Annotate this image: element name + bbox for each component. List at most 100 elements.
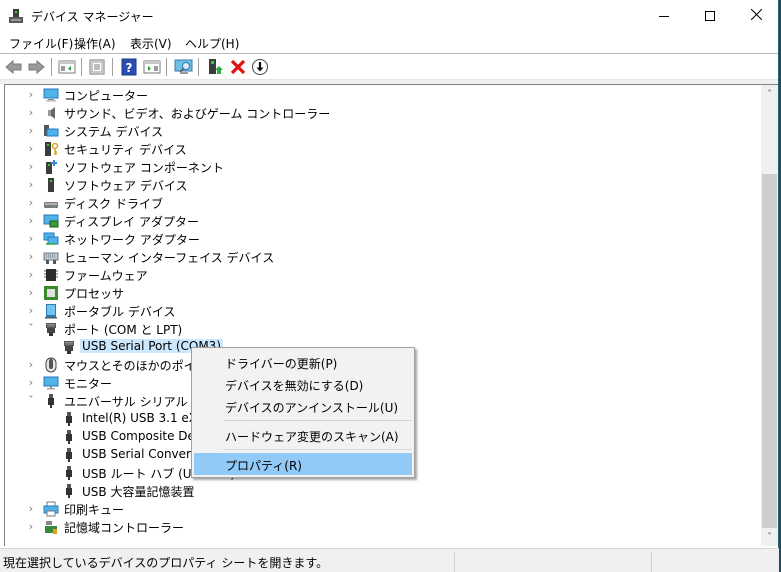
chevron-right-icon[interactable]: › (25, 502, 37, 516)
toolbar-separator (166, 58, 167, 76)
chevron-right-icon[interactable]: › (25, 268, 37, 282)
monitor-icon (43, 375, 59, 391)
tree-item-label: サウンド、ビデオ、およびゲーム コントローラー (64, 107, 331, 121)
chevron-right-icon[interactable]: › (25, 232, 37, 246)
storage-controller-icon (43, 519, 59, 535)
tree-category[interactable]: › 印刷キュー (5, 500, 745, 518)
context-menu-item[interactable]: デバイスを無効にする(D) (194, 373, 412, 395)
show-action-pane-button[interactable] (143, 58, 161, 76)
tree-category[interactable]: › セキュリティ デバイス (5, 140, 745, 158)
tree-category[interactable]: › コンピューター (5, 86, 745, 104)
chevron-right-icon[interactable]: › (25, 286, 37, 300)
chevron-right-icon[interactable]: › (25, 124, 37, 138)
menu-action[interactable]: 操作(A) (74, 35, 116, 52)
close-icon (750, 8, 762, 23)
tree-item-label: ポート (COM と LPT) (64, 323, 183, 337)
properties-sheet-icon (89, 59, 105, 75)
tree-category[interactable]: › ヒューマン インターフェイス デバイス (5, 248, 745, 266)
tree-category[interactable]: › ファームウェア (5, 266, 745, 284)
svg-text:?: ? (126, 61, 133, 75)
status-divider (454, 552, 455, 572)
chevron-right-icon[interactable]: › (25, 250, 37, 264)
console-tree-icon (58, 60, 76, 74)
help-icon: ? (121, 58, 137, 76)
printer-icon (43, 501, 59, 517)
tree-category[interactable]: › ソフトウェア コンポーネント (5, 158, 745, 176)
chevron-right-icon[interactable]: › (25, 142, 37, 156)
show-hide-console-tree-button[interactable] (58, 58, 76, 76)
tree-item-label: USB 大容量記憶装置 (82, 485, 195, 499)
toolbar-separator (81, 58, 82, 76)
tree-category[interactable]: ˅ ポート (COM と LPT) (5, 320, 745, 338)
chevron-up-icon: ˄ (767, 89, 772, 100)
maximize-icon (705, 11, 715, 21)
tree-category[interactable]: › ディスク ドライブ (5, 194, 745, 212)
chevron-right-icon[interactable]: › (25, 88, 37, 102)
arrow-right-icon (28, 59, 45, 75)
tree-category[interactable]: › ネットワーク アダプター (5, 230, 745, 248)
back-button[interactable] (5, 58, 23, 76)
status-text: 現在選択しているデバイスのプロパティ シートを開きます。 (3, 556, 329, 570)
forward-button[interactable] (27, 58, 45, 76)
chevron-right-icon[interactable]: › (25, 214, 37, 228)
context-menu-item[interactable]: プロパティ(R) (194, 453, 412, 475)
display-adapter-icon (43, 213, 59, 229)
window-title: デバイス マネージャー (31, 10, 154, 24)
uninstall-device-button[interactable] (229, 58, 247, 76)
disable-device-button[interactable] (251, 58, 269, 76)
update-driver-button[interactable] (206, 58, 224, 76)
chevron-right-icon[interactable]: › (25, 376, 37, 390)
chevron-right-icon[interactable]: › (25, 160, 37, 174)
chevron-down-icon[interactable]: ˅ (25, 394, 37, 408)
scan-hardware-changes-button[interactable] (174, 58, 193, 76)
port-icon (61, 339, 77, 355)
vertical-scrollbar[interactable]: ˄ ˅ (761, 85, 778, 546)
tree-device[interactable]: USB 大容量記憶装置 (5, 482, 745, 500)
usb-plug-icon (61, 465, 77, 481)
tree-item-label: ソフトウェア デバイス (64, 179, 188, 193)
minimize-button[interactable] (641, 0, 687, 32)
chevron-right-icon[interactable]: › (25, 196, 37, 210)
chevron-right-icon[interactable]: › (25, 358, 37, 372)
tree-category[interactable]: › ポータブル デバイス (5, 302, 745, 320)
scroll-up-button[interactable]: ˄ (761, 86, 778, 103)
chevron-down-icon[interactable]: ˅ (25, 322, 37, 336)
tree-category[interactable]: › 記憶域コントローラー (5, 518, 745, 536)
network-adapter-icon (43, 231, 59, 247)
menu-help[interactable]: ヘルプ(H) (185, 35, 239, 52)
tree-category[interactable]: › システム デバイス (5, 122, 745, 140)
tree-category[interactable]: › ディスプレイ アダプター (5, 212, 745, 230)
chevron-right-icon[interactable]: › (25, 304, 37, 318)
update-driver-icon (209, 59, 223, 74)
toolbar-separator (51, 58, 52, 76)
speaker-icon (43, 105, 59, 121)
arrow-left-icon (5, 59, 22, 75)
firmware-chip-icon (43, 267, 59, 283)
tree-item-label: ヒューマン インターフェイス デバイス (64, 251, 275, 265)
chevron-right-icon[interactable]: › (25, 520, 37, 534)
usb-plug-icon (61, 429, 77, 445)
scrollbar-thumb[interactable] (762, 174, 777, 528)
context-menu-item[interactable]: ハードウェア変更のスキャン(A) (194, 424, 412, 446)
tree-category[interactable]: › サウンド、ビデオ、およびゲーム コントローラー (5, 104, 745, 122)
tree-category[interactable]: › ソフトウェア デバイス (5, 176, 745, 194)
close-button[interactable] (733, 0, 779, 32)
tree-item-label: セキュリティ デバイス (64, 143, 187, 157)
toolbar: ? (0, 55, 778, 79)
context-menu-item[interactable]: デバイスのアンインストール(U) (194, 395, 412, 417)
chevron-right-icon[interactable]: › (25, 178, 37, 192)
maximize-button[interactable] (687, 0, 733, 32)
context-menu-item-label: デバイスのアンインストール(U) (225, 401, 399, 415)
help-button[interactable]: ? (120, 58, 138, 76)
menu-file[interactable]: ファイル(F) (9, 35, 73, 52)
scroll-down-button[interactable]: ˅ (761, 529, 778, 546)
chevron-right-icon[interactable]: › (25, 106, 37, 120)
usb-plug-icon (61, 447, 77, 463)
context-menu-item[interactable]: ドライバーの更新(P) (194, 351, 412, 373)
menu-view[interactable]: 表示(V) (130, 35, 172, 52)
tree-category[interactable]: › プロセッサ (5, 284, 745, 302)
tree-item-label: 記憶域コントローラー (64, 521, 185, 535)
tree-item-label: ポータブル デバイス (64, 305, 176, 319)
toolbar-separator (198, 58, 199, 76)
properties-button[interactable] (88, 58, 106, 76)
